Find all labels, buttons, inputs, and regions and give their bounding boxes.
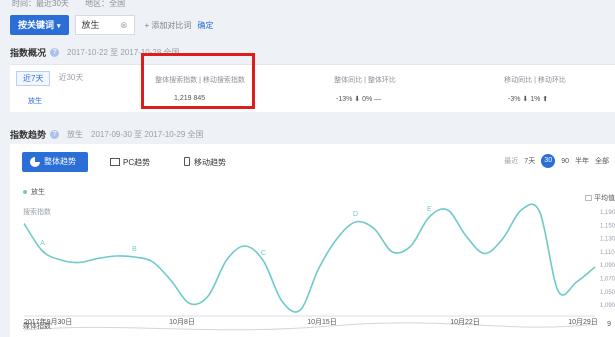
y-tick-label: 1,110 bbox=[600, 250, 615, 256]
y-tick-label: 1,070 bbox=[600, 277, 615, 283]
range-half-year[interactable]: 半年 bbox=[575, 156, 589, 166]
tab-30days[interactable]: 近30天 bbox=[54, 71, 87, 86]
overview-title: 指数概况 bbox=[10, 47, 47, 58]
baidu-index-page: 时间：最近30天 地区：全国 按关键词 ▾ 放生 ⊗ + 添加对比词 确定 指数概况… bbox=[0, 0, 615, 337]
y-tick-label: 1,050 bbox=[600, 290, 615, 296]
pie-chart-icon bbox=[30, 157, 40, 167]
time-filter[interactable]: 时间：最近30天 bbox=[12, 0, 69, 8]
confirm-link[interactable]: 确定 bbox=[197, 20, 213, 31]
y-tick-label: 1,090 bbox=[600, 303, 615, 309]
phone-icon bbox=[184, 157, 190, 166]
trend-header: 指数趋势 ? 放生 2017-09-30 至 2017-10-29 全国 bbox=[0, 126, 615, 142]
tab-7days[interactable]: 近7天 bbox=[16, 71, 51, 86]
y-tick-label: 1,130 bbox=[600, 237, 615, 243]
overview-panel: 近7天 近30天 放生 整体搜索指数 | 移动搜索指数 1,219 845 整体… bbox=[10, 64, 615, 112]
annotation-B: B bbox=[132, 246, 137, 253]
overview-header: 指数概况 ? 2017-10-22 至 2017-10-28 全国 bbox=[0, 44, 615, 60]
mobile-compare-header: 移动同比 | 移动环比 bbox=[504, 77, 566, 84]
mobile-compare-values: -3% ⬇ 1% ⬆ bbox=[508, 96, 549, 103]
y-tick-label: 1,190 bbox=[600, 210, 615, 216]
search-row: 按关键词 ▾ 放生 ⊗ + 添加对比词 确定 bbox=[10, 14, 213, 36]
monitor-icon bbox=[110, 158, 120, 166]
legend-dot bbox=[23, 190, 27, 194]
pc-trend-button[interactable]: PC趋势 bbox=[110, 157, 150, 168]
x-tick-label: 10月29日 bbox=[568, 318, 598, 326]
add-compare-link[interactable]: + 添加对比词 bbox=[145, 20, 192, 31]
y-tick-label: 1,090 bbox=[600, 263, 615, 269]
x-tick-label: 10月15日 bbox=[307, 318, 337, 326]
range-90days[interactable]: 90 bbox=[561, 158, 569, 165]
keyword-mode-button[interactable]: 按关键词 ▾ bbox=[10, 15, 69, 35]
region-filter[interactable]: 地区：全国 bbox=[85, 0, 125, 8]
period-tabs: 近7天 近30天 bbox=[16, 71, 87, 86]
trend-chart: 1,190 1,150 1,130 1,110 1,090 1,070 1,050 1,090… bbox=[23, 203, 615, 331]
help-icon[interactable]: ? bbox=[50, 129, 60, 139]
annotation-E: E bbox=[427, 206, 432, 213]
range-all[interactable]: 全部 bbox=[595, 156, 609, 166]
annotation-A: A bbox=[40, 240, 45, 247]
range-label: 最近 bbox=[504, 158, 519, 165]
highlight-box bbox=[141, 53, 255, 109]
x-tick-label: 10月8日 bbox=[169, 318, 195, 326]
annotation-C: C bbox=[261, 250, 266, 257]
trend-panel: 1,190 1,150 1,130 1,110 1,090 1,070 1,050 1,090… bbox=[10, 144, 615, 337]
overall-compare-header: 整体同比 | 整体环比 bbox=[334, 77, 396, 84]
trend-date-range: 2017-09-30 至 2017-10-29 全国 bbox=[91, 129, 204, 139]
chart-legend[interactable]: 放生 bbox=[23, 187, 45, 197]
media-index-label: 媒体指数 bbox=[23, 323, 51, 330]
clear-icon[interactable]: ⊗ bbox=[120, 16, 128, 34]
keyword-input[interactable]: 放生 ⊗ bbox=[74, 15, 135, 35]
overview-keyword: 放生 bbox=[28, 98, 42, 105]
trend-title: 指数趋势 bbox=[10, 129, 47, 140]
keyword-value: 放生 bbox=[81, 20, 100, 30]
mobile-trend-button[interactable]: 移动趋势 bbox=[184, 157, 226, 168]
checkbox[interactable] bbox=[585, 195, 592, 201]
filter-line: 时间：最近30天 地区：全国 bbox=[0, 0, 139, 10]
x-tick-label: 10月22日 bbox=[450, 318, 480, 326]
range-selector: 最近 7天 30 90 半年 全部 bbox=[504, 154, 609, 168]
range-7days[interactable]: 7天 bbox=[524, 156, 535, 166]
overall-compare-values: -13% ⬇ 0% — bbox=[336, 96, 382, 103]
average-toggle[interactable]: 平均值 bbox=[585, 193, 615, 203]
annotation-D: D bbox=[353, 211, 358, 218]
trend-keyword: 放生 bbox=[67, 129, 84, 139]
range-30days[interactable]: 30 bbox=[541, 154, 556, 168]
caret-down-icon: ▾ bbox=[57, 23, 61, 30]
media-index-value: 9 bbox=[607, 321, 611, 328]
y-tick-label: 1,150 bbox=[600, 223, 615, 229]
y-axis-title: 搜索指数 bbox=[23, 209, 51, 216]
overall-trend-button[interactable]: 整体趋势 bbox=[22, 152, 88, 172]
help-icon[interactable]: ? bbox=[50, 47, 60, 57]
series-line-fangsheng bbox=[23, 203, 596, 313]
